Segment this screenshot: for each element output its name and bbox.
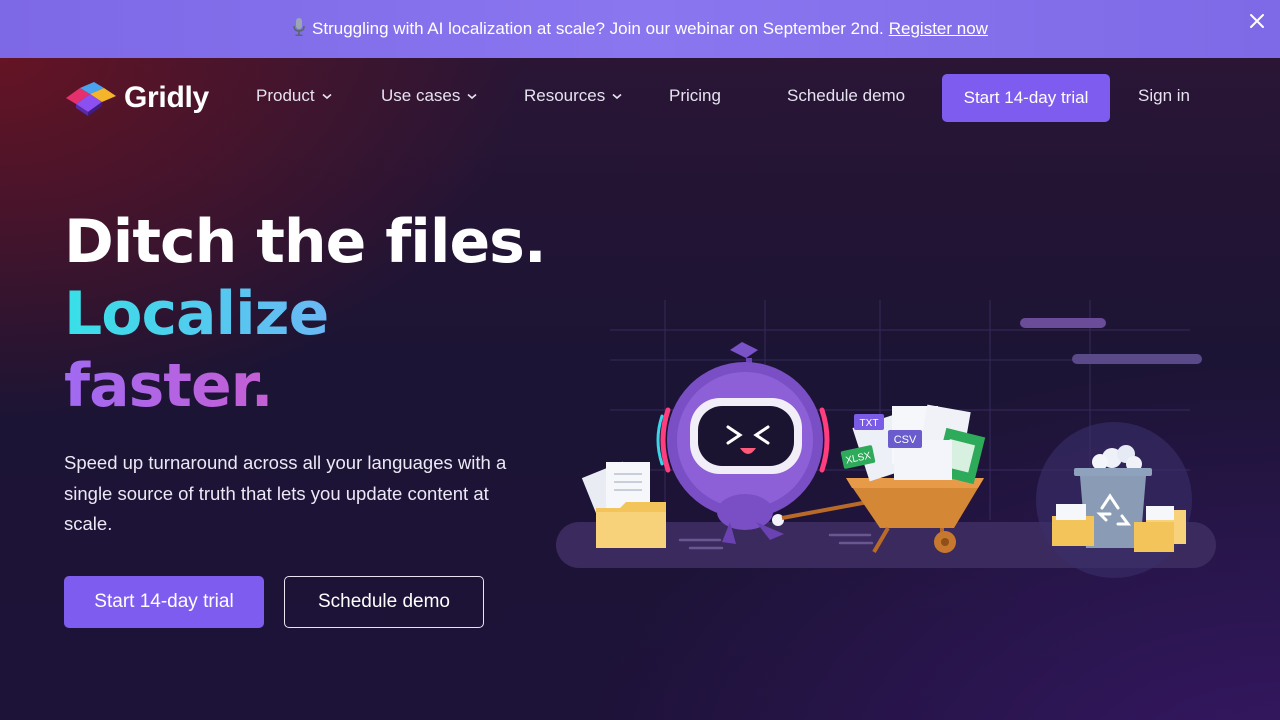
gridly-logo-icon — [66, 82, 116, 116]
nav-item-label: Use cases — [381, 86, 461, 105]
nav-item-resources[interactable]: Resources — [524, 86, 622, 106]
banner-text: Struggling with AI localization at scale… — [312, 19, 884, 38]
hero-heading-line-2: Localize — [64, 278, 546, 350]
hero-heading-line-3: faster. — [64, 350, 546, 422]
hero-subtitle: Speed up turnaround across all your lang… — [64, 452, 507, 534]
start-trial-button[interactable]: Start 14-day trial — [64, 576, 264, 628]
nav-item-label: Product — [256, 86, 315, 105]
microphone-icon — [292, 17, 306, 41]
file-label-txt: TXT — [860, 418, 879, 429]
main-nav: Gridly Product Use cases Resources Prici… — [0, 58, 1280, 138]
nav-item-product[interactable]: Product — [256, 86, 332, 106]
nav-item-label: Schedule demo — [787, 86, 906, 105]
file-label-csv: CSV — [894, 434, 917, 446]
schedule-demo-button[interactable]: Schedule demo — [284, 576, 484, 628]
nav-item-label: Pricing — [669, 86, 721, 105]
nav-item-label: Resources — [524, 86, 606, 105]
schedule-demo-link[interactable]: Schedule demo — [787, 86, 905, 106]
hero-heading: Ditch the files. Localize faster. — [64, 206, 547, 422]
chevron-down-icon — [322, 93, 332, 99]
register-link[interactable]: Register now — [889, 19, 988, 39]
nav-item-pricing[interactable]: Pricing — [669, 86, 721, 106]
nav-item-use-cases[interactable]: Use cases — [381, 86, 477, 106]
brand-name: Gridly — [124, 81, 209, 114]
hero-heading-line-1: Ditch the files. — [64, 207, 547, 277]
speed-line — [1020, 318, 1106, 328]
gridly-logo[interactable]: Gridly — [64, 80, 209, 116]
chevron-down-icon — [612, 93, 622, 99]
speed-line — [1072, 354, 1202, 364]
close-icon[interactable] — [1248, 12, 1266, 30]
start-trial-nav-button[interactable]: Start 14-day trial — [942, 74, 1110, 122]
sign-in-link[interactable]: Sign in — [1138, 86, 1190, 106]
chevron-down-icon — [467, 93, 477, 99]
nav-item-label: Sign in — [1138, 86, 1190, 105]
files-pile: TXT CSV XLSX — [840, 404, 986, 485]
hero-illustration: TXT CSV XLSX — [556, 300, 1216, 578]
announcement-banner: Struggling with AI localization at scale… — [0, 0, 1280, 58]
